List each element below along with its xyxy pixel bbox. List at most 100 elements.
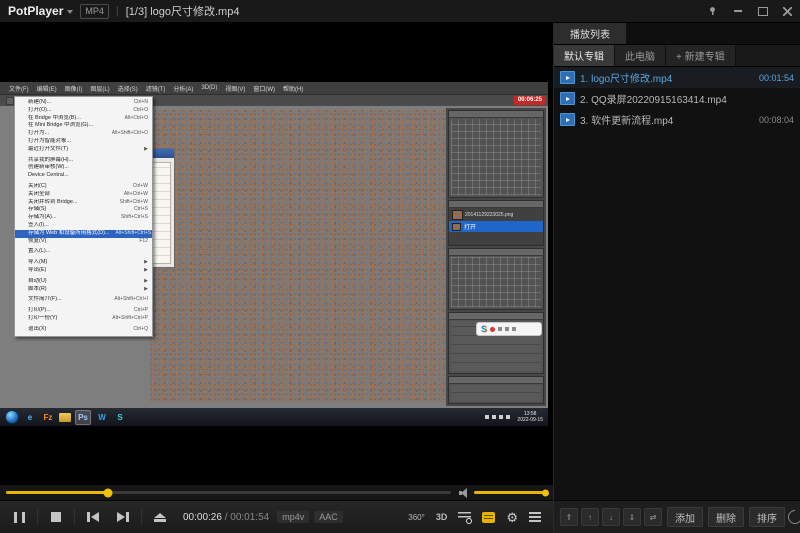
delete-button[interactable]: 删除 [708, 507, 744, 527]
playlist-move-button[interactable]: ↑ [581, 508, 599, 526]
bookmark-button[interactable] [482, 512, 495, 523]
speaker-icon[interactable] [459, 488, 469, 498]
close-icon [783, 7, 792, 16]
mic-icon [498, 327, 502, 331]
ps-swatches-panel [448, 110, 544, 198]
menu-item-shortcut: Shift+Ctrl+S [115, 214, 148, 222]
maximize-button[interactable] [750, 0, 775, 22]
ps-bridge-panel: 20141129223025.png 打开 [448, 200, 544, 246]
menu-item-shortcut: Alt+Shift+Ctrl+O [106, 130, 148, 138]
ps-file-menu-item: 签入(I)... [15, 222, 152, 230]
vr-360-button[interactable]: 360° [408, 513, 425, 522]
next-icon [117, 512, 125, 522]
app-menu-button[interactable]: PotPlayer [8, 4, 63, 18]
pause-button[interactable] [4, 504, 34, 530]
tab-playlist[interactable]: 播放列表 [554, 22, 626, 44]
volume-thumb[interactable] [542, 489, 549, 496]
settings-gear-button[interactable]: ⚙ [506, 511, 518, 524]
audio-codec-badge: AAC [314, 511, 343, 523]
menu-item-label: 存储(S) [28, 206, 46, 214]
video-surface[interactable]: 文件(F)编辑(E)图像(I)图层(L)选择(S)滤镜(T)分析(A)3D(D)… [0, 22, 553, 484]
ps-file-menu-item: 关闭并转到 Bridge... Shift+Ctrl+W [15, 199, 152, 207]
menu-item-shortcut: F12 [133, 238, 148, 246]
video-column: 文件(F)编辑(E)图像(I)图层(L)选择(S)滤镜(T)分析(A)3D(D)… [0, 22, 553, 533]
playlist-item-title: 3. 软件更新流程.mp4 [580, 112, 754, 127]
menu-item-label: 签入(I)... [28, 222, 49, 230]
ps-file-menu-item: 打印一份(Y) Alt+Shift+Ctrl+P [15, 315, 152, 323]
menu-item-label: 导出(E) [28, 267, 46, 275]
ps-file-menu-item: 关闭(C) Ctrl+W [15, 183, 152, 191]
add-button[interactable]: 添加 [667, 507, 703, 527]
ps-menu-item: 滤镜(T) [142, 84, 170, 93]
next-button[interactable] [108, 504, 138, 530]
hamburger-menu-button[interactable] [529, 512, 541, 522]
seek-bar[interactable] [6, 491, 451, 494]
maximize-icon [758, 7, 768, 16]
screen-recorder-toolbar: S [476, 322, 542, 336]
ps-file-menu-item: 打印(P)... Ctrl+P [15, 307, 152, 315]
menu-item-shortcut: ▶ [138, 259, 148, 267]
titlebar-separator: | [116, 5, 119, 17]
ps-file-menu-item: 新建(N)... Ctrl+N [15, 99, 152, 107]
menu-item-label: 文件简介(F)... [28, 296, 62, 304]
ps-file-menu-item: 导出(E) ▶ [15, 267, 152, 275]
menu-item-shortcut: ▶ [138, 146, 148, 154]
playlist-header: 播放列表 [554, 22, 800, 44]
ps-file-menu-item: 创建新审核(W)... [15, 164, 152, 172]
recorder-logo: S [481, 324, 487, 334]
ps-file-menu-item: 退出(X) Ctrl+Q [15, 326, 152, 334]
playlist-item-title: 1. logo尺寸修改.mp4 [580, 70, 754, 85]
3d-button[interactable]: 3D [436, 512, 448, 522]
stop-button[interactable] [41, 504, 71, 530]
video-codec-badge: mp4v [277, 511, 309, 523]
ps-menu-item: 窗口(W) [249, 84, 279, 93]
video-file-icon [560, 92, 575, 105]
menu-item-shortcut: Ctrl+O [127, 107, 148, 115]
open-file-button[interactable] [145, 504, 175, 530]
ps-document-image [150, 110, 448, 402]
menu-item-shortcut: ▶ [138, 286, 148, 294]
playlist-move-button[interactable]: ↓ [602, 508, 620, 526]
ps-file-menu-item: 在 Mini Bridge 中浏览(G)... [15, 122, 152, 130]
playlist-item[interactable]: 2. QQ录屏20220915163414.mp4 [554, 88, 800, 109]
taskbar-clock: 13:58 2022-09-15 [517, 411, 543, 423]
menu-item-label: 创建新审核(W)... [28, 164, 69, 172]
seek-progress [6, 491, 108, 494]
menu-item-shortcut: Shift+Ctrl+W [114, 199, 148, 207]
ps-panel-filename: 20141129223025.png [465, 212, 513, 218]
previous-icon [91, 512, 99, 522]
sort-button[interactable]: 排序 [749, 507, 785, 527]
ps-file-menu-item: 最近打开文件(T) ▶ [15, 146, 152, 154]
refresh-icon[interactable] [785, 507, 800, 527]
menu-item-label: 在 Bridge 中浏览(B)... [28, 115, 81, 123]
album-tab[interactable]: 此电脑 [615, 45, 666, 66]
album-tab[interactable]: 默认专辑 [554, 45, 615, 66]
ps-open-row: 打开 [449, 221, 543, 232]
menu-item-label: 恢复(V) [28, 238, 46, 246]
always-on-top-button[interactable] [700, 0, 725, 22]
playlist-item-duration: 00:08:04 [759, 115, 794, 125]
minimize-button[interactable] [725, 0, 750, 22]
close-button[interactable] [775, 0, 800, 22]
playlist-move-button[interactable]: ⇄ [644, 508, 662, 526]
seek-thumb[interactable] [104, 488, 113, 497]
subtitle-search-button[interactable] [458, 512, 471, 523]
playlist-move-button[interactable]: ⇑ [560, 508, 578, 526]
ps-menu-item: 选择(S) [114, 84, 142, 93]
ps-file-menu-item: 文件简介(F)... Alt+Shift+Ctrl+I [15, 296, 152, 304]
album-tab[interactable]: + 新建专辑 [666, 45, 736, 66]
menu-item-label: 关闭(C) [28, 183, 47, 191]
ps-file-menu-item: 存储为 Web 和设备所用格式(D)... Alt+Shift+Ctrl+S [15, 230, 152, 238]
previous-button[interactable] [78, 504, 108, 530]
speaker-icon [505, 327, 509, 331]
playlist-item[interactable]: 1. logo尺寸修改.mp4 00:01:54 [554, 67, 800, 88]
menu-item-label: 打印一份(Y) [28, 315, 57, 323]
menu-item-shortcut: Alt+Ctrl+W [118, 191, 148, 199]
playlist-move-button[interactable]: ⇓ [623, 508, 641, 526]
playlist-item[interactable]: 3. 软件更新流程.mp4 00:08:04 [554, 109, 800, 130]
menu-item-shortcut: Alt+Shift+Ctrl+I [108, 296, 148, 304]
window-controls [700, 0, 800, 22]
chevron-down-icon [67, 10, 73, 14]
file-thumbnail-icon [452, 223, 461, 231]
volume-slider[interactable] [474, 491, 547, 494]
